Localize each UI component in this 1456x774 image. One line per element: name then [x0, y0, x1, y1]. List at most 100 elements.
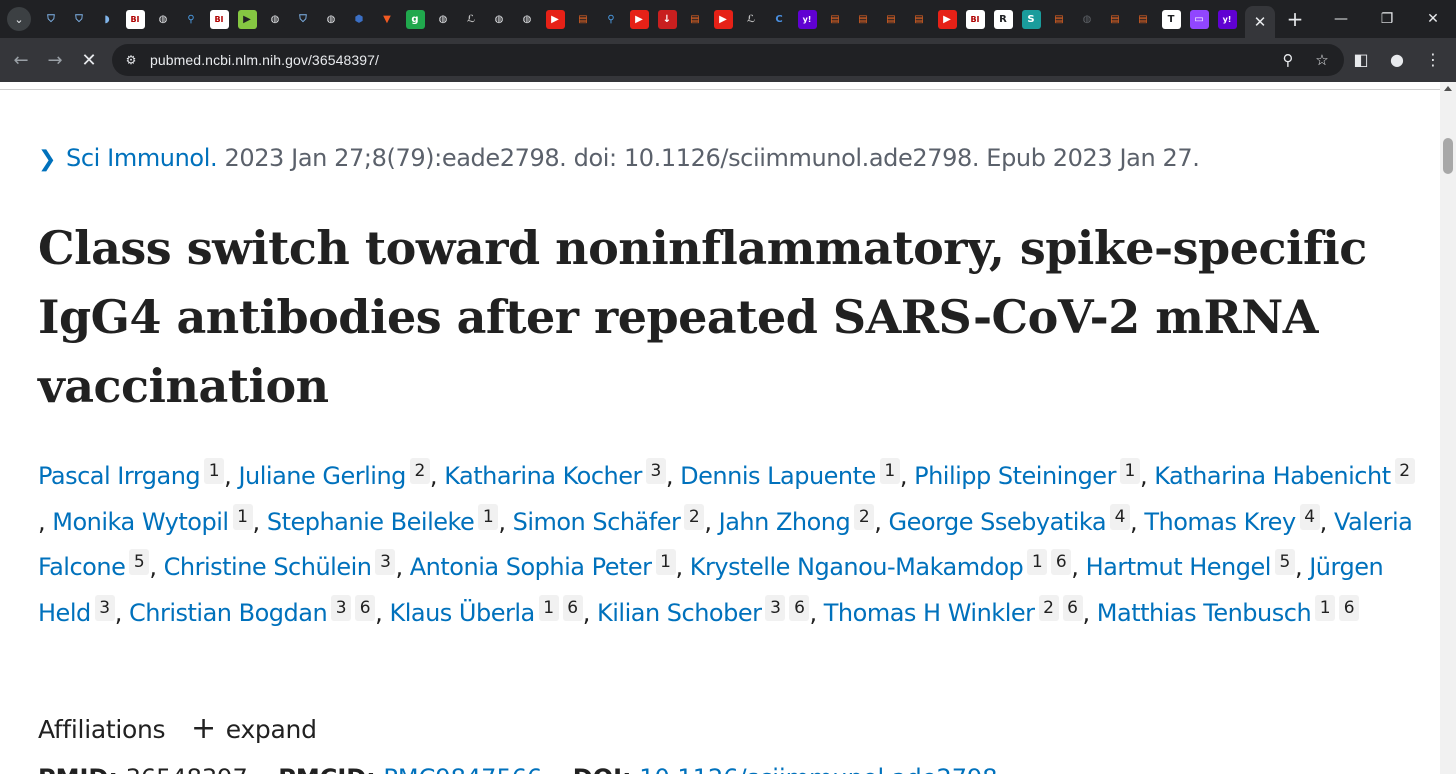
author-link[interactable]: Christine Schülein [164, 553, 372, 581]
g-favicon[interactable]: g [405, 9, 425, 29]
affiliation-number-button[interactable]: 6 [1051, 549, 1072, 575]
doi-link[interactable]: 10.1126/sciimmunol.ade2798 [639, 764, 997, 774]
restore-button[interactable]: ❐ [1364, 0, 1410, 38]
bi-favicon[interactable]: BI [125, 9, 145, 29]
globe-favicon[interactable]: ◍ [489, 9, 509, 29]
stop-loading-button[interactable]: ✕ [72, 43, 106, 77]
cube-favicon[interactable]: ⬢ [349, 9, 369, 29]
affiliation-number-button[interactable]: 1 [204, 458, 225, 484]
s-favicon[interactable]: S [1021, 9, 1041, 29]
affiliation-number-button[interactable]: 1 [538, 594, 559, 621]
globe-favicon[interactable]: ◍ [517, 9, 537, 29]
author-link[interactable]: Katharina Kocher [444, 462, 642, 490]
bi-favicon[interactable]: BI [209, 9, 229, 29]
yahoo-favicon[interactable]: y! [1217, 9, 1237, 29]
affiliation-number-button[interactable]: 3 [645, 458, 666, 484]
affiliation-number-button[interactable]: 3 [331, 594, 352, 621]
bookmark-favicon[interactable]: ▤ [825, 9, 845, 29]
bookmark-favicon[interactable]: ▤ [1133, 9, 1153, 29]
globe-favicon[interactable]: ◍ [153, 9, 173, 29]
author-link[interactable]: Monika Wytopil [52, 508, 229, 536]
affiliation-number-button[interactable]: 2 [1038, 594, 1059, 621]
affiliation-number-button[interactable]: 3 [375, 549, 396, 575]
t-favicon[interactable]: T [1161, 9, 1181, 29]
bookmark-star-icon[interactable]: ☆ [1310, 48, 1334, 72]
affiliation-number-button[interactable]: 1 [879, 458, 900, 484]
author-link[interactable]: Dennis Lapuente [680, 462, 876, 490]
minimize-button[interactable]: — [1318, 0, 1364, 38]
affiliation-number-button[interactable]: 1 [1119, 458, 1140, 484]
page-scrollbar[interactable] [1440, 82, 1456, 774]
affiliation-number-button[interactable]: 2 [854, 503, 875, 530]
c-favicon[interactable]: C [769, 9, 789, 29]
script-favicon[interactable]: ℒ [461, 9, 481, 29]
back-button[interactable]: ← [4, 43, 38, 77]
author-link[interactable]: Antonia Sophia Peter [410, 553, 652, 581]
author-link[interactable]: Jahn Zhong [719, 508, 851, 536]
globe-favicon[interactable]: ◍ [321, 9, 341, 29]
affiliation-number-button[interactable]: 1 [232, 503, 253, 530]
affiliation-number-button[interactable]: 1 [1315, 594, 1336, 621]
shield-favicon[interactable]: ⛉ [293, 9, 313, 29]
close-tab-icon[interactable]: ✕ [1254, 13, 1267, 31]
chevron-right-icon[interactable]: ❯ [38, 147, 56, 172]
address-bar[interactable]: ⚙ pubmed.ncbi.nlm.nih.gov/36548397/ ⚲ ☆ [112, 44, 1344, 76]
bookmark-favicon[interactable]: ▤ [1049, 9, 1069, 29]
search-favicon[interactable]: ⚲ [181, 9, 201, 29]
author-link[interactable]: Klaus Überla [389, 599, 535, 627]
url-text[interactable]: pubmed.ncbi.nlm.nih.gov/36548397/ [150, 52, 379, 68]
author-link[interactable]: Thomas Krey [1144, 508, 1296, 536]
zoom-icon[interactable]: ⚲ [1276, 48, 1300, 72]
shield-favicon[interactable]: ⛉ [69, 9, 89, 29]
author-link[interactable]: Hartmut Hengel [1086, 553, 1272, 581]
bookmark-favicon[interactable]: ▤ [881, 9, 901, 29]
author-link[interactable]: Juliane Gerling [238, 462, 406, 490]
author-link[interactable]: Pascal Irrgang [38, 462, 201, 490]
author-link[interactable]: Thomas H Winkler [824, 599, 1035, 627]
search-favicon[interactable]: ⚲ [601, 9, 621, 29]
affiliation-number-button[interactable]: 5 [1274, 549, 1295, 575]
affiliation-number-button[interactable]: 4 [1110, 503, 1131, 530]
author-link[interactable]: Simon Schäfer [513, 508, 681, 536]
globe-favicon[interactable]: ◍ [433, 9, 453, 29]
affiliation-number-button[interactable]: 6 [562, 594, 583, 621]
active-tab[interactable]: ✕ [1245, 6, 1275, 38]
down-arrow-favicon[interactable]: ↓ [657, 9, 677, 29]
affiliation-number-button[interactable]: 6 [1339, 594, 1360, 621]
affiliation-number-button[interactable]: 6 [1062, 594, 1083, 621]
tab-search-button[interactable]: ⌄ [7, 7, 31, 31]
affiliation-number-button[interactable]: 1 [478, 503, 499, 530]
affiliation-number-button[interactable]: 1 [1027, 549, 1048, 575]
new-tab-button[interactable]: + [1281, 5, 1309, 33]
script-favicon[interactable]: ℒ [741, 9, 761, 29]
affiliation-number-button[interactable]: 6 [789, 594, 810, 621]
affiliation-number-button[interactable]: 5 [129, 549, 150, 575]
author-link[interactable]: Krystelle Nganou-Makamdop [690, 553, 1024, 581]
yahoo-favicon[interactable]: y! [797, 9, 817, 29]
brave-favicon[interactable]: ▼ [377, 9, 397, 29]
profile-icon[interactable]: ● [1382, 44, 1412, 74]
site-info-icon[interactable]: ⚙ [122, 51, 140, 69]
bi-favicon[interactable]: BI [965, 9, 985, 29]
affiliation-number-button[interactable]: 2 [684, 503, 705, 530]
author-link[interactable]: George Ssebyatika [889, 508, 1107, 536]
affiliation-number-button[interactable]: 4 [1299, 503, 1320, 530]
author-link[interactable]: Stephanie Beileke [267, 508, 475, 536]
bookmark-favicon[interactable]: ▤ [909, 9, 929, 29]
author-link[interactable]: Matthias Tenbusch [1097, 599, 1312, 627]
pmcid-link[interactable]: PMC9847566 [383, 764, 542, 774]
youtube-favicon[interactable]: ▶ [629, 9, 649, 29]
side-panel-icon[interactable]: ◧ [1346, 44, 1376, 74]
shield-favicon[interactable]: ⛉ [41, 9, 61, 29]
youtube-favicon[interactable]: ▶ [713, 9, 733, 29]
kebab-menu-icon[interactable]: ⋮ [1418, 44, 1448, 74]
globe-favicon[interactable]: ◍ [265, 9, 285, 29]
affiliation-number-button[interactable]: 1 [655, 549, 676, 575]
affiliation-number-button[interactable]: 3 [765, 594, 786, 621]
affiliation-number-button[interactable]: 6 [355, 594, 376, 621]
double-shield-favicon[interactable]: ◗ [97, 9, 117, 29]
rumble-favicon[interactable]: ▶ [237, 9, 257, 29]
forward-button[interactable]: → [38, 43, 72, 77]
bookmark-favicon[interactable]: ▤ [685, 9, 705, 29]
bookmark-favicon[interactable]: ▤ [1105, 9, 1125, 29]
